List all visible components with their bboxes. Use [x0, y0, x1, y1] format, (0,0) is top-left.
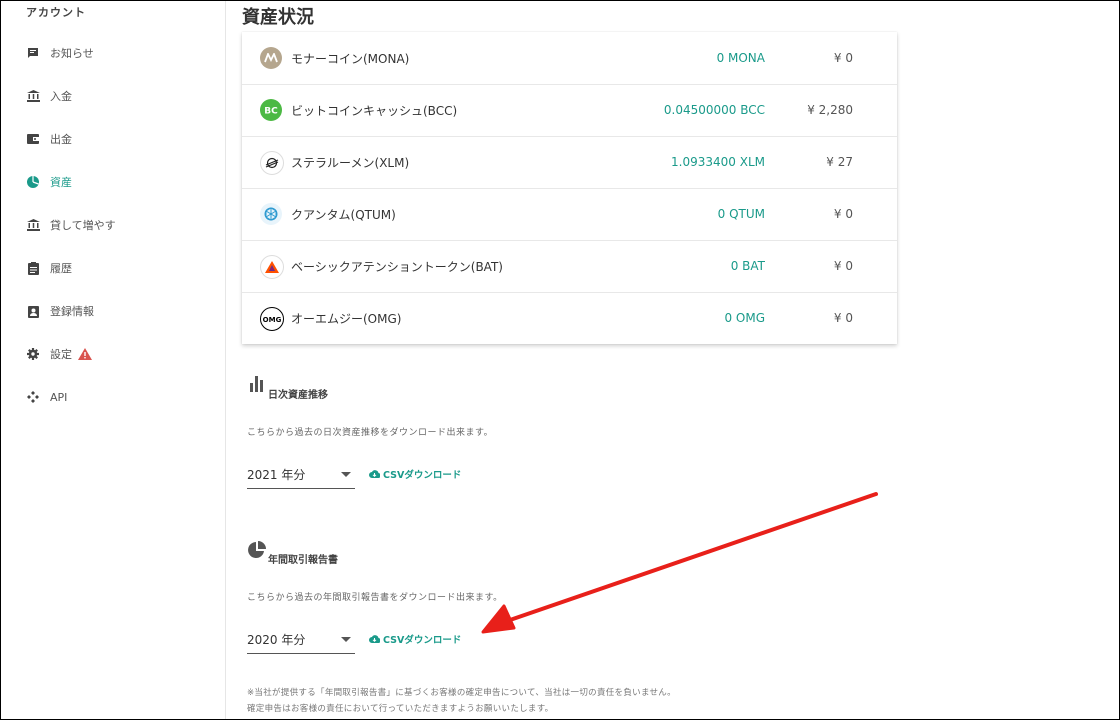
daily-year-select[interactable]: 2021 年分	[247, 460, 355, 489]
daily-section-title: 日次資産推移	[268, 390, 328, 401]
mona-icon	[260, 47, 282, 69]
pie-chart-icon	[248, 541, 266, 563]
sidebar-item-label: 資産	[50, 176, 72, 189]
chevron-down-icon	[341, 472, 351, 477]
bat-icon	[260, 255, 284, 279]
cloud-download-icon	[369, 470, 380, 478]
sidebar-item-lending[interactable]: 貸して増やす	[26, 215, 116, 235]
select-value: 2020 年分	[247, 633, 306, 647]
coin-amount: 0 BAT	[730, 259, 765, 273]
svg-text:OMG: OMG	[263, 316, 281, 323]
sidebar-title: アカウント	[26, 6, 86, 19]
sidebar-item-profile[interactable]: 登録情報	[26, 301, 94, 321]
sidebar-item-label: 入金	[50, 90, 72, 103]
cloud-download-icon	[369, 635, 380, 643]
coin-jpy-value: ¥ 27	[826, 155, 853, 169]
coin-name: モナーコイン(MONA)	[291, 51, 410, 66]
sidebar-item-deposit[interactable]: 入金	[26, 86, 72, 106]
coin-amount: 1.0933400 XLM	[671, 155, 765, 169]
coin-name: クアンタム(QTUM)	[291, 207, 396, 222]
omg-icon: OMG	[260, 307, 284, 331]
pie-chart-icon	[26, 175, 40, 189]
page-title: 資産状況	[242, 7, 314, 28]
xlm-icon	[260, 151, 284, 175]
warning-icon	[78, 348, 92, 360]
coin-amount: 0 OMG	[724, 311, 765, 325]
table-row: OMG オーエムジー(OMG) 0 OMG ¥ 0	[242, 292, 897, 344]
coin-amount: 0 QTUM	[717, 207, 765, 221]
qtum-icon	[260, 203, 282, 225]
annual-csv-download-button[interactable]: CSVダウンロード	[369, 632, 461, 646]
sidebar-item-label: 履歴	[50, 262, 72, 275]
table-row: ベーシックアテンショントークン(BAT) 0 BAT ¥ 0	[242, 240, 897, 293]
coin-name: ステラルーメン(XLM)	[291, 155, 410, 170]
bar-chart-icon	[250, 376, 266, 396]
sidebar-item-label: API	[50, 390, 68, 404]
bch-icon: BC	[260, 99, 282, 121]
table-row: クアンタム(QTUM) 0 QTUM ¥ 0	[242, 188, 897, 241]
sidebar-item-label: 設定	[50, 348, 72, 361]
sidebar: アカウント お知らせ 入金 出金 資産 貸して増やす 履歴 登録情報 設定 AP…	[0, 0, 226, 720]
sidebar-item-label: お知らせ	[50, 47, 94, 60]
sidebar-item-settings[interactable]: 設定	[26, 344, 92, 364]
disclaimer-note: 確定申告はお客様の責任において行っていただきますようお願いいたします。	[247, 704, 554, 714]
coin-name: ベーシックアテンショントークン(BAT)	[291, 259, 503, 274]
sidebar-item-label: 登録情報	[50, 305, 94, 318]
chevron-down-icon	[341, 637, 351, 642]
coin-jpy-value: ¥ 0	[833, 311, 853, 325]
announcement-icon	[26, 46, 40, 60]
sidebar-item-history[interactable]: 履歴	[26, 258, 72, 278]
sidebar-item-assets[interactable]: 資産	[26, 172, 72, 192]
sidebar-item-label: 貸して増やす	[50, 219, 116, 232]
table-row: ステラルーメン(XLM) 1.0933400 XLM ¥ 27	[242, 136, 897, 189]
select-value: 2021 年分	[247, 468, 306, 482]
wallet-icon	[26, 132, 40, 146]
daily-csv-download-button[interactable]: CSVダウンロード	[369, 467, 461, 481]
coin-amount: 0.04500000 BCC	[663, 103, 765, 117]
bank-icon	[26, 89, 40, 103]
api-icon	[26, 390, 40, 404]
asset-list-card: モナーコイン(MONA) 0 MONA ¥ 0 BC ビットコインキャッシュ(B…	[242, 32, 897, 344]
disclaimer-note: ※当社が提供する「年間取引報告書」に基づくお客様の確定申告について、当社は一切の…	[247, 688, 676, 698]
coin-name: ビットコインキャッシュ(BCC)	[291, 103, 458, 118]
coin-jpy-value: ¥ 0	[833, 259, 853, 273]
annual-section-title: 年間取引報告書	[268, 555, 338, 566]
coin-amount: 0 MONA	[716, 51, 765, 65]
annual-section-desc: こちらから過去の年間取引報告書をダウンロード出来ます。	[247, 593, 503, 603]
coin-jpy-value: ¥ 0	[833, 51, 853, 65]
sidebar-item-announcements[interactable]: お知らせ	[26, 43, 94, 63]
coin-name: オーエムジー(OMG)	[291, 311, 402, 326]
id-badge-icon	[26, 304, 40, 318]
clipboard-icon	[26, 261, 40, 275]
annual-year-select[interactable]: 2020 年分	[247, 625, 355, 654]
svg-text:BC: BC	[264, 107, 278, 116]
sidebar-item-label: 出金	[50, 133, 72, 146]
csv-label: CSVダウンロード	[383, 635, 462, 646]
coin-jpy-value: ¥ 0	[833, 207, 853, 221]
sidebar-item-api[interactable]: API	[26, 387, 67, 407]
sidebar-item-withdraw[interactable]: 出金	[26, 129, 72, 149]
coin-jpy-value: ¥ 2,280	[807, 103, 853, 117]
daily-section-desc: こちらから過去の日次資産推移をダウンロード出来ます。	[247, 428, 494, 438]
table-row: モナーコイン(MONA) 0 MONA ¥ 0	[242, 32, 897, 85]
gear-icon	[26, 347, 40, 361]
table-row: BC ビットコインキャッシュ(BCC) 0.04500000 BCC ¥ 2,2…	[242, 84, 897, 137]
csv-label: CSVダウンロード	[383, 470, 462, 481]
bank-icon	[26, 218, 40, 232]
